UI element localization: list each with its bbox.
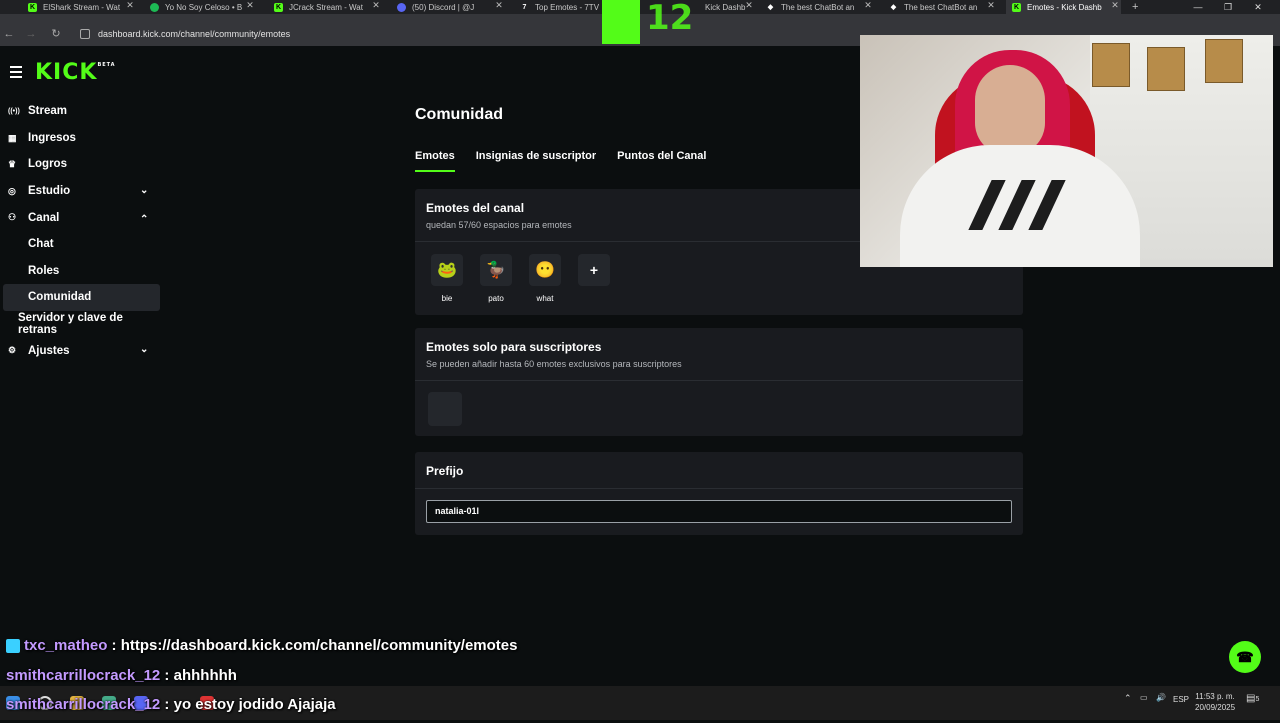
chat-badge-icon: [6, 639, 20, 654]
close-window-icon[interactable]: ✕: [1243, 0, 1273, 14]
sidebar-item-comunidad[interactable]: Comunidad: [3, 284, 160, 311]
7tv-icon: 7: [522, 3, 527, 11]
page-title: Comunidad: [415, 106, 503, 123]
kick-logo[interactable]: KICKBETA: [35, 60, 116, 85]
trophy-icon: ♛: [8, 159, 17, 170]
prefix-input[interactable]: natalia-01l: [426, 500, 1012, 523]
browser-tab[interactable]: (50) Discord | @J ✕: [397, 0, 505, 14]
sidebar-item-ingresos[interactable]: ▦ Ingresos: [0, 125, 160, 152]
sidebar-item-canal[interactable]: ⚇ Canal ⌃: [0, 204, 160, 231]
add-emote-button[interactable]: +: [576, 254, 612, 303]
chat-message: smithcarrillocrack_12 : ahhhhhh: [6, 666, 237, 684]
kick-icon: K: [28, 2, 37, 12]
discord-icon: [397, 2, 406, 12]
reload-icon[interactable]: ↻: [47, 22, 65, 46]
wanted-poster-image: [1205, 39, 1243, 83]
new-tab-button[interactable]: +: [1132, 0, 1144, 14]
emote-image: 🦆: [480, 254, 512, 286]
chevron-up-icon[interactable]: ⌃: [140, 214, 148, 225]
stream-overlay-logo: 12: [602, 0, 706, 46]
streamer-face-image: [975, 65, 1045, 155]
browser-tab[interactable]: Kick Dashb ✕: [705, 0, 755, 14]
prefix-card: Prefijo natalia-01l: [415, 452, 1023, 535]
wanted-poster-image: [1092, 43, 1130, 87]
emote-item[interactable]: 🐸 bie: [429, 254, 465, 303]
browser-tab[interactable]: ◆ The best ChatBot an ✕: [766, 0, 874, 14]
emote-item[interactable]: 🦆 pato: [478, 254, 514, 303]
sidebar-item-roles[interactable]: Roles: [0, 258, 160, 285]
menu-icon[interactable]: [10, 66, 22, 81]
tab-puntos[interactable]: Puntos del Canal: [617, 150, 706, 172]
plus-icon: +: [578, 254, 610, 286]
browser-tab[interactable]: K ElShark Stream - Wat ✕: [28, 0, 136, 14]
card-header: Emotes solo para suscriptores Se pueden …: [415, 328, 1023, 381]
close-tab-icon[interactable]: ✕: [124, 0, 136, 11]
browser-tab-active[interactable]: K Emotes - Kick Dashb ✕: [1006, 0, 1121, 14]
emote-image: 😶: [529, 254, 561, 286]
sidebar-item-logros[interactable]: ♛ Logros: [0, 151, 160, 178]
url-field[interactable]: dashboard.kick.com/channel/community/emo…: [98, 22, 290, 46]
subscriber-emotes-card: Emotes solo para suscriptores Se pueden …: [415, 328, 1023, 436]
close-tab-icon[interactable]: ✕: [862, 0, 874, 11]
chat-message: txc_matheo : https://dashboard.kick.com/…: [6, 634, 517, 664]
kick-k-icon: [602, 0, 640, 44]
browser-tab[interactable]: ◆ The best ChatBot an ✕: [889, 0, 997, 14]
volume-icon[interactable]: 🔊: [1156, 693, 1166, 702]
sidebar: ((•)) Stream ▦ Ingresos ♛ Logros ◎ Estudio ⌄ …: [0, 98, 160, 364]
kick-icon: K: [1012, 2, 1021, 12]
close-tab-icon[interactable]: ✕: [985, 0, 997, 11]
tray-chevron-up-icon[interactable]: ⌃: [1124, 693, 1132, 704]
minimize-icon[interactable]: —: [1183, 0, 1213, 14]
clock[interactable]: 11:53 p. m. 20/09/2025: [1195, 691, 1235, 713]
hoodie-logo-image: [968, 180, 1080, 230]
sidebar-item-ajustes[interactable]: ⚙ Ajustes ⌄: [0, 337, 160, 364]
studio-icon: ◎: [8, 185, 16, 196]
chat-message: smithcarrillocrack_12 : yo estoy jodido …: [6, 696, 336, 713]
chevron-down-icon[interactable]: ⌄: [140, 185, 148, 196]
notifications-icon[interactable]: ▤5: [1246, 693, 1259, 704]
back-icon[interactable]: ←: [0, 22, 18, 46]
wallet-icon: ▦: [8, 132, 17, 143]
add-sub-emote-slot[interactable]: [428, 392, 462, 426]
close-tab-icon[interactable]: ✕: [1109, 0, 1121, 11]
chevron-down-icon[interactable]: ⌄: [140, 344, 148, 355]
network-icon[interactable]: ▭: [1140, 693, 1148, 702]
broadcast-icon: ((•)): [8, 108, 20, 115]
sidebar-item-stream[interactable]: ((•)) Stream: [0, 98, 160, 125]
webcam-overlay: [860, 35, 1273, 267]
sidebar-item-servidor[interactable]: Servidor y clave de retrans: [0, 311, 160, 338]
spotify-icon: [150, 2, 159, 12]
kick-icon: K: [274, 2, 283, 12]
close-tab-icon[interactable]: ✕: [370, 0, 382, 11]
support-headset-icon[interactable]: ☎: [1229, 641, 1261, 673]
language-indicator[interactable]: ESP: [1173, 695, 1189, 704]
close-tab-icon[interactable]: ✕: [244, 0, 256, 11]
close-tab-icon[interactable]: ✕: [493, 0, 505, 11]
wanted-poster-image: [1147, 47, 1185, 91]
emote-item[interactable]: 😶 what: [527, 254, 563, 303]
chatbot-icon: ◆: [767, 3, 774, 11]
community-tabs: Emotes Insignias de suscriptor Puntos de…: [415, 150, 727, 172]
forward-icon[interactable]: →: [22, 22, 40, 46]
browser-tab[interactable]: Yo No Soy Celoso • B ✕: [150, 0, 256, 14]
card-header: Prefijo: [415, 452, 1023, 489]
site-info-icon[interactable]: [80, 29, 90, 39]
browser-tab[interactable]: K JCrack Stream - Wat ✕: [274, 0, 382, 14]
settings-icon: ⚙: [8, 345, 17, 356]
chatbot-icon: ◆: [890, 3, 897, 11]
tab-insignias[interactable]: Insignias de suscriptor: [476, 150, 596, 172]
sidebar-item-estudio[interactable]: ◎ Estudio ⌄: [0, 178, 160, 205]
stream-chat-overlay: txc_matheo : https://dashboard.kick.com/…: [6, 634, 517, 723]
close-tab-icon[interactable]: ✕: [743, 0, 755, 11]
sidebar-item-chat[interactable]: Chat: [0, 231, 160, 258]
maximize-icon[interactable]: ❐: [1213, 0, 1243, 14]
channel-icon: ⚇: [8, 212, 17, 223]
emote-image: 🐸: [431, 254, 463, 286]
tab-emotes[interactable]: Emotes: [415, 150, 455, 172]
